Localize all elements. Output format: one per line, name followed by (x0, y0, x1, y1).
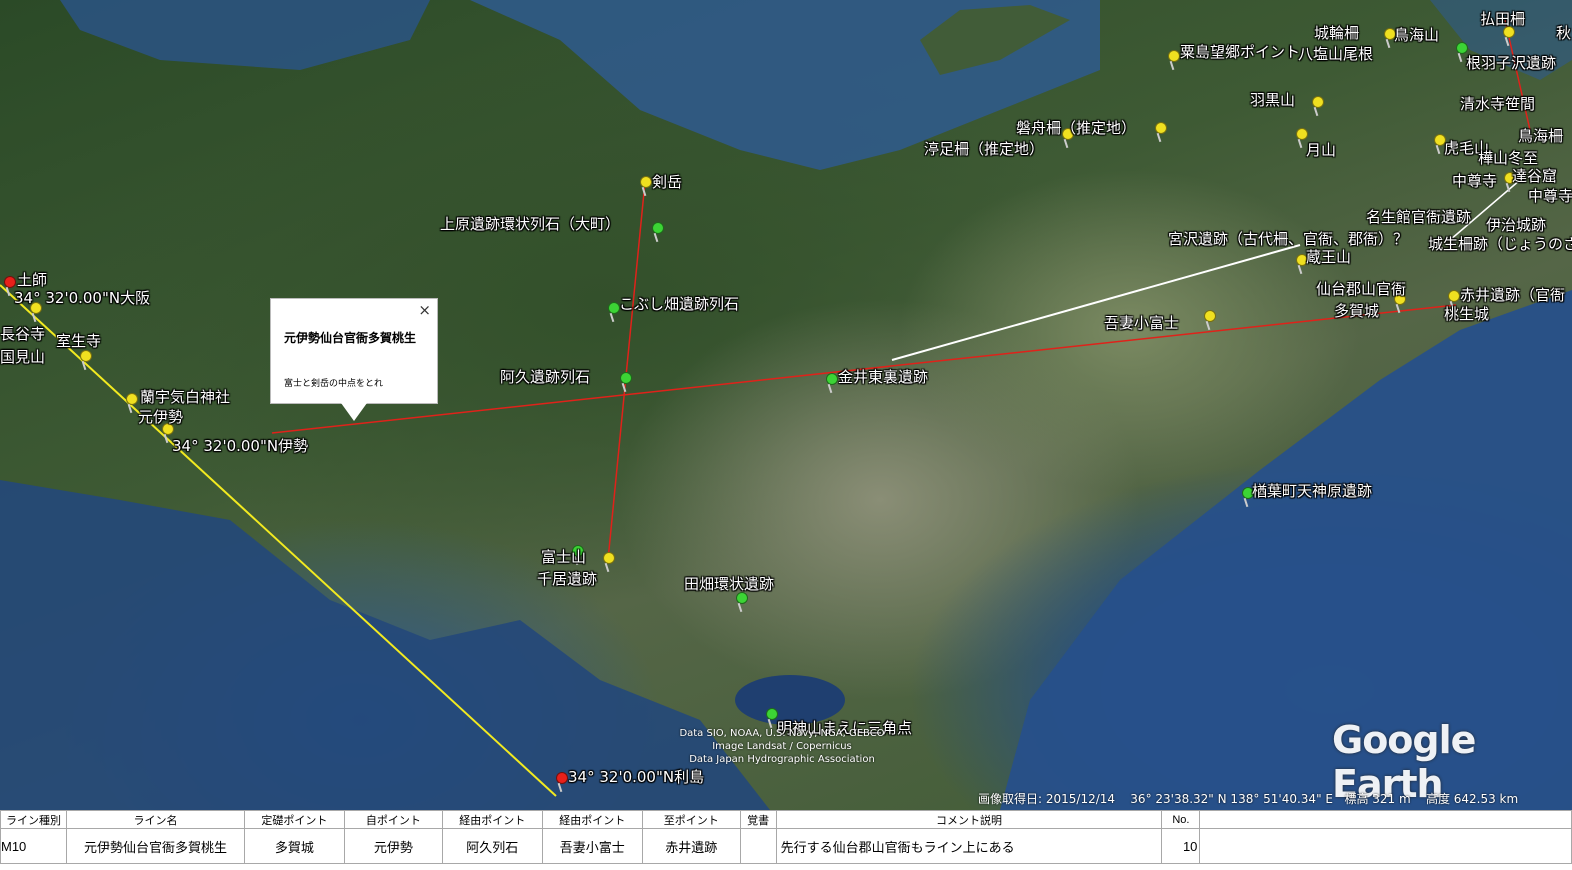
column-header[interactable]: 至ポイント (641, 810, 741, 829)
map-label-ise[interactable]: 34° 32'0.00"N伊勢 (172, 435, 308, 456)
table-cell[interactable]: 元伊勢仙台官衙多賀桃生 (65, 828, 245, 864)
table-cell[interactable]: M10 (0, 828, 67, 864)
map-label-haguro[interactable]: 羽黒山 (1250, 89, 1295, 110)
map-label-taga[interactable]: 多賀城 (1334, 300, 1379, 321)
table-cell[interactable]: 阿久列石 (441, 828, 543, 864)
map-label-hotta[interactable]: 払田柵 (1480, 8, 1525, 29)
cursor-coordinates: 36° 23'38.32" N 138° 51'40.34" E (1130, 792, 1333, 806)
pin-icon[interactable] (1312, 96, 1324, 108)
map-label-motoise[interactable]: 元伊勢 (138, 406, 183, 427)
balloon-pointer (341, 403, 367, 421)
pin-icon[interactable] (620, 372, 632, 384)
table-cell[interactable]: 多賀城 (243, 828, 345, 864)
map-label-chii[interactable]: 千居遺跡 (537, 568, 597, 589)
map-label-osaka[interactable]: 34° 32'0.00"N大阪 (14, 287, 150, 308)
table-cell[interactable]: 吾妻小富士 (541, 828, 643, 864)
attribution-line: Image Landsat / Copernicus (712, 741, 852, 752)
map-label-chuson2[interactable]: 中尊寺 (1528, 185, 1572, 206)
column-header[interactable]: ライン種別 (0, 810, 67, 829)
table-cell[interactable]: 10 (1161, 828, 1201, 864)
spreadsheet-strip: ライン種別 ライン名 定礎ポイント 自ポイント 経由ポイント 経由ポイント 至ポ… (0, 810, 1572, 870)
column-header[interactable] (1199, 810, 1572, 829)
pin-icon[interactable] (1204, 310, 1216, 322)
map-label-chusonji[interactable]: 中尊寺 (1452, 170, 1497, 191)
column-header[interactable]: 覚書 (739, 810, 777, 829)
map-label-akyu[interactable]: 阿久遺跡列石 (500, 366, 590, 387)
map-label-hase[interactable]: 長谷寺 (0, 323, 45, 344)
column-header[interactable]: 自ポイント (343, 810, 443, 829)
sheet-header-row: ライン種別 ライン名 定礎ポイント 自ポイント 経由ポイント 経由ポイント 至ポ… (0, 810, 1572, 829)
map-label-fuji[interactable]: 富士山 (541, 546, 586, 567)
pin-icon[interactable] (603, 552, 615, 564)
map-label-naraha[interactable]: 楢葉町天神原遺跡 (1252, 480, 1372, 501)
map-label-hashi[interactable]: 土師 (17, 269, 47, 290)
map-label-miyazawa[interactable]: 宮沢遺跡（古代柵、官衙、郡衙）？ (1168, 228, 1408, 249)
map-label-nehazawa[interactable]: 根羽子沢遺跡 (1466, 52, 1556, 73)
pin-icon[interactable] (1168, 50, 1180, 62)
column-header[interactable]: コメント説明 (775, 810, 1163, 829)
map-overlay (0, 0, 1572, 810)
attribution-line: Data Japan Hydrographic Association (689, 754, 875, 765)
map-label-uehara[interactable]: 上原遺跡環状列石（大町） (440, 213, 620, 234)
table-cell[interactable]: 元伊勢 (343, 828, 443, 864)
map-label-tabata[interactable]: 田畑環状遺跡 (684, 573, 774, 594)
column-header[interactable]: ライン名 (65, 810, 245, 829)
pin-icon[interactable] (1155, 122, 1167, 134)
map-label-momo[interactable]: 桃生城 (1444, 303, 1489, 324)
table-cell[interactable] (739, 828, 777, 864)
map-label-chokai[interactable]: 鳥海山 (1394, 24, 1439, 45)
column-header[interactable]: 定礎ポイント (243, 810, 345, 829)
column-header[interactable]: 経由ポイント (441, 810, 543, 829)
balloon-title: 元伊勢仙台官衙多賀桃生 (284, 331, 417, 345)
sheet-data-row: M10 元伊勢仙台官衙多賀桃生 多賀城 元伊勢 阿久列石 吾妻小富士 赤井遺跡 … (0, 828, 1572, 864)
altitude-readout: 高度 642.53 km (1425, 792, 1519, 806)
map-label-gassan[interactable]: 月山 (1306, 139, 1336, 160)
elevation-readout: 標高 321 m (1344, 792, 1411, 806)
map-label-hi[interactable]: 秋 (1556, 22, 1571, 43)
pin-icon[interactable] (80, 350, 92, 362)
table-cell[interactable]: 赤井遺跡 (641, 828, 741, 864)
table-cell[interactable] (1199, 828, 1572, 864)
map-label-toshima[interactable]: 34° 32'0.00"N利島 (568, 766, 704, 787)
map-label-iwafune[interactable]: 磐舟柵（推定地） (1016, 117, 1136, 138)
pin-icon[interactable] (126, 393, 138, 405)
pin-icon[interactable] (556, 772, 568, 784)
attribution-line: Data SIO, NOAA, U.S. Navy, NGA, GEBCO (679, 728, 885, 739)
column-header[interactable]: 経由ポイント (541, 810, 643, 829)
map-label-hachien[interactable]: 八塩山尾根 (1298, 43, 1373, 64)
map-label-akai[interactable]: 赤井遺跡（官衙 (1460, 284, 1565, 305)
pin-icon[interactable] (826, 373, 838, 385)
pin-icon[interactable] (652, 222, 664, 234)
map-label-shimizu[interactable]: 清水寺笹間 (1460, 93, 1535, 114)
map-label-tsurugi[interactable]: 剣岳 (652, 171, 682, 192)
map-label-toriumi[interactable]: 鳥海柵 (1518, 125, 1563, 146)
imagery-date: 画像取得日: 2015/12/14 (978, 792, 1116, 806)
map-label-kobushi[interactable]: こぶし畑遺跡列石 (619, 293, 739, 314)
table-cell[interactable]: 先行する仙台郡山官衙もライン上にある (775, 828, 1163, 864)
placemark-balloon: × 元伊勢仙台官衙多賀桃生 富士と剣岳の中点をとれ (270, 298, 438, 421)
map-label-kanai[interactable]: 金井東裏遺跡 (838, 366, 928, 387)
balloon-description: 富士と剣岳の中点をとれ (284, 379, 384, 389)
map-label-nanshodan[interactable]: 名生館官衙遺跡 (1366, 206, 1471, 227)
map-label-sendai[interactable]: 仙台郡山官衙 (1316, 278, 1406, 299)
data-attribution: Data SIO, NOAA, U.S. Navy, NGA, GEBCO Im… (652, 727, 912, 766)
close-icon[interactable]: × (418, 301, 431, 319)
pin-icon[interactable] (1448, 290, 1460, 302)
map-label-rangu[interactable]: 蘭宇気白神社 (140, 386, 230, 407)
pin-icon[interactable] (640, 176, 652, 188)
earth-map-view[interactable]: 剣岳 上原遺跡環状列石（大町） こぶし畑遺跡列石 阿久遺跡列石 金井東裏遺跡 富… (0, 0, 1572, 810)
map-label-azuma[interactable]: 吾妻小富士 (1104, 312, 1179, 333)
map-label-josei[interactable]: 城生柵跡（じょうのさ (1428, 233, 1572, 254)
map-label-jowa[interactable]: 城輪柵 (1314, 22, 1359, 43)
column-header[interactable]: No. (1161, 810, 1201, 829)
map-label-nuttari[interactable]: 渟足柵（推定地） (924, 138, 1044, 159)
map-label-kunimi[interactable]: 国見山 (0, 346, 45, 367)
map-label-muro[interactable]: 室生寺 (56, 330, 101, 351)
map-label-tatsuya[interactable]: 達谷窟 (1512, 165, 1557, 186)
status-bar: 画像取得日: 2015/12/14 36° 23'38.32" N 138° 5… (978, 790, 1518, 807)
map-label-iji[interactable]: 伊治城跡 (1486, 214, 1546, 235)
map-label-awashima[interactable]: 粟島望郷ポイント (1180, 41, 1300, 62)
map-label-zao[interactable]: 蔵王山 (1306, 246, 1351, 267)
